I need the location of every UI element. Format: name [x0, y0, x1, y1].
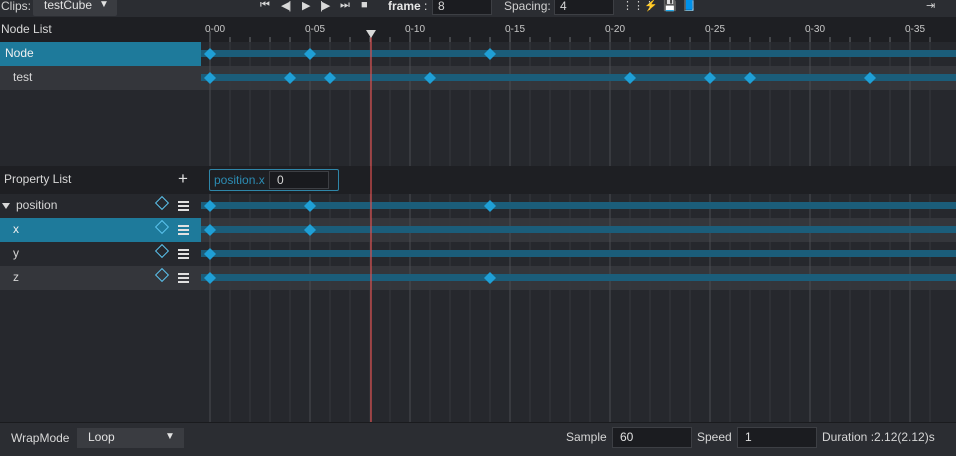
- spacing-label: Spacing:: [504, 0, 551, 13]
- speed-label: Speed: [697, 430, 732, 444]
- spacing-input[interactable]: 4: [554, 0, 614, 15]
- add-keyframe-icon[interactable]: [154, 219, 170, 235]
- property-row-z[interactable]: z: [0, 266, 201, 290]
- clip-name: testCube: [44, 0, 93, 12]
- add-keyframe-icon[interactable]: [154, 243, 170, 259]
- clip-select[interactable]: testCube ▼: [33, 0, 117, 16]
- expand-triangle-icon[interactable]: [2, 203, 10, 209]
- playhead-handle: [366, 30, 376, 38]
- stop-icon[interactable]: ■: [361, 0, 368, 11]
- chevron-down-icon: ▼: [99, 0, 109, 10]
- menu-icon[interactable]: [178, 249, 189, 261]
- add-keyframe-icon[interactable]: [154, 195, 170, 211]
- chevron-down-icon: ▼: [165, 431, 175, 442]
- save-icon[interactable]: 💾: [663, 0, 677, 12]
- node-list-header: Node List: [0, 17, 201, 42]
- node-list-item-test[interactable]: test: [0, 66, 201, 90]
- last-frame-icon[interactable]: ⏭: [340, 0, 350, 12]
- clips-label: Clips:: [1, 0, 32, 13]
- menu-icon[interactable]: [178, 201, 189, 213]
- frame-label: frame :: [388, 0, 428, 13]
- duration-text: Duration :2.12(2.12)s: [822, 430, 935, 444]
- wrapmode-select[interactable]: Loop ▼: [77, 428, 184, 448]
- property-row-x[interactable]: x: [0, 218, 201, 242]
- add-property-icon[interactable]: +: [178, 169, 188, 189]
- speed-input[interactable]: 1: [737, 427, 817, 448]
- frame-input[interactable]: 8: [432, 0, 492, 15]
- next-frame-icon[interactable]: |▶: [320, 0, 330, 12]
- play-icon[interactable]: ▶: [302, 0, 311, 12]
- first-frame-icon[interactable]: ⏮: [260, 0, 270, 12]
- sample-input[interactable]: 60: [612, 427, 692, 448]
- sample-label: Sample: [566, 430, 607, 444]
- event-icon[interactable]: ⚡: [644, 0, 658, 12]
- wrapmode-label: WrapMode: [11, 431, 70, 445]
- exit-icon[interactable]: ⇥: [926, 0, 935, 12]
- node-list-item-node[interactable]: Node: [0, 42, 201, 66]
- prev-frame-icon[interactable]: ◀|: [281, 0, 291, 12]
- property-list-header: Property List +: [0, 166, 201, 194]
- menu-icon[interactable]: [178, 273, 189, 285]
- book-icon[interactable]: 📘: [682, 0, 696, 12]
- menu-icon[interactable]: [178, 225, 189, 237]
- property-row-position[interactable]: position: [0, 194, 201, 218]
- property-row-y[interactable]: y: [0, 242, 201, 266]
- add-keyframe-icon[interactable]: [154, 267, 170, 283]
- playhead[interactable]: [201, 17, 956, 422]
